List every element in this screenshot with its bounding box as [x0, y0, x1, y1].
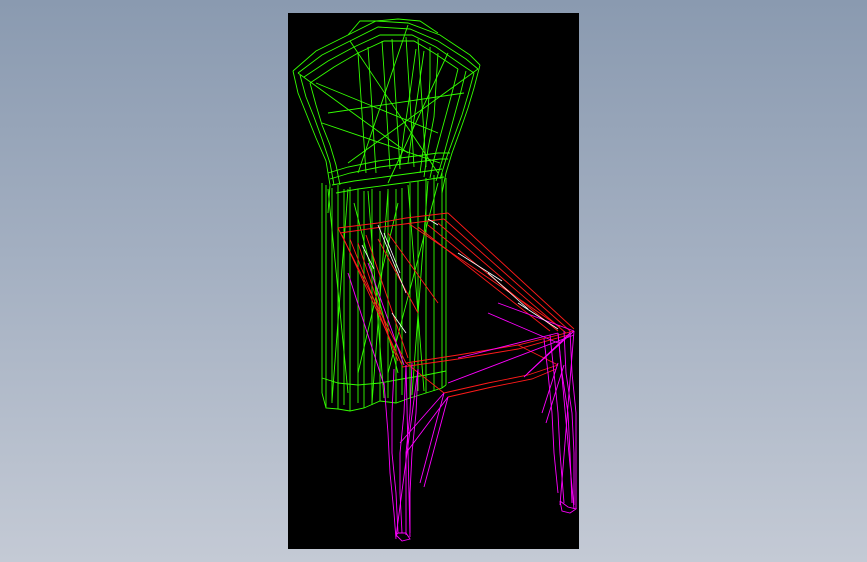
backrest-wireframe [292, 18, 481, 412]
seat-frame-wireframe [337, 212, 575, 398]
legs-wireframe [347, 262, 578, 542]
3d-model-viewport[interactable] [288, 13, 579, 549]
cad-application-background: { "model": { "type": "wireframe-chair", … [0, 0, 867, 562]
chair-wireframe-model[interactable] [288, 13, 579, 549]
selected-edges-highlight [361, 218, 559, 334]
